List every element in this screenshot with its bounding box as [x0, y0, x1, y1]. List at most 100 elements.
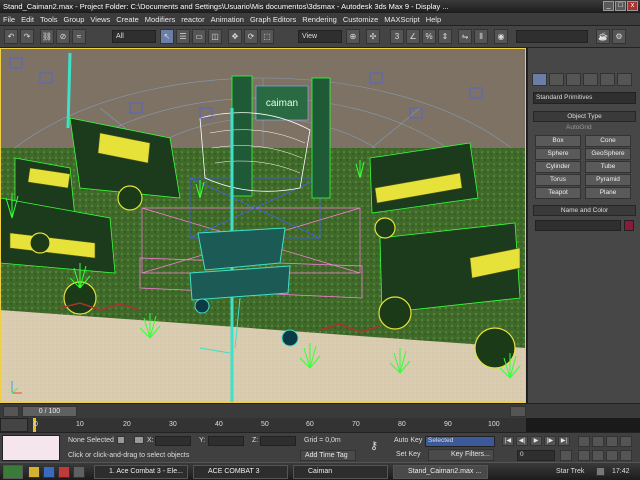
next-frame-button-icon[interactable]: |▶	[544, 436, 556, 446]
selection-region-icon[interactable]: ▭	[192, 29, 206, 44]
task-caiman-folder[interactable]: Caiman	[293, 465, 388, 479]
zoom-extents-icon[interactable]	[606, 436, 618, 447]
selection-filter-dropdown[interactable]: All	[112, 30, 156, 43]
render-scene-icon[interactable]: ☕	[596, 29, 610, 44]
app-icon[interactable]	[58, 466, 70, 478]
sphere-button[interactable]: Sphere	[535, 148, 581, 160]
menu-group[interactable]: Group	[64, 15, 85, 24]
arc-rotate-icon[interactable]	[606, 450, 618, 461]
play-icon[interactable]: ▶	[530, 436, 542, 446]
menu-animation[interactable]: Animation	[211, 15, 244, 24]
menu-views[interactable]: Views	[90, 15, 110, 24]
menu-create[interactable]: Create	[116, 15, 139, 24]
reference-coord-dropdown[interactable]: View	[298, 30, 342, 43]
unlink-icon[interactable]: ⊘	[56, 29, 70, 44]
set-key-button[interactable]: Set Key	[396, 451, 421, 458]
pan-icon[interactable]	[592, 450, 604, 461]
time-configuration-icon[interactable]	[560, 450, 572, 461]
desktop-icon[interactable]	[28, 466, 40, 478]
key-mode-dropdown[interactable]: Selected	[425, 436, 495, 447]
key-filters-button[interactable]: Key Filters...	[428, 449, 494, 461]
menu-tools[interactable]: Tools	[40, 15, 58, 24]
menu-help[interactable]: Help	[426, 15, 441, 24]
next-frame-icon[interactable]	[510, 406, 526, 417]
go-to-end-icon[interactable]: ▶|	[558, 436, 570, 446]
volume-icon[interactable]	[596, 467, 605, 476]
time-slider[interactable]: 0 / 100	[0, 403, 640, 418]
window-crossing-icon[interactable]: ◫	[208, 29, 222, 44]
tube-button[interactable]: Tube	[585, 161, 631, 173]
display-panel-icon[interactable]	[600, 73, 615, 86]
select-rotate-icon[interactable]: ⟳	[244, 29, 258, 44]
select-object-icon[interactable]: ↖	[160, 29, 174, 44]
plane-button[interactable]: Plane	[585, 187, 631, 199]
z-coord-field[interactable]	[260, 436, 296, 446]
teapot-button[interactable]: Teapot	[535, 187, 581, 199]
app-icon-2[interactable]	[73, 466, 85, 478]
name-and-color-rollout[interactable]: Name and Color	[533, 205, 636, 216]
object-type-rollout[interactable]: Object Type	[533, 111, 636, 122]
percent-snap-icon[interactable]: %	[422, 29, 436, 44]
start-button-icon[interactable]	[3, 465, 23, 479]
select-scale-icon[interactable]: ⬚	[260, 29, 274, 44]
named-selection-dropdown[interactable]	[516, 30, 588, 43]
set-key-icon[interactable]: ⚷	[370, 441, 388, 453]
object-color-swatch[interactable]	[624, 220, 634, 231]
menu-maxscript[interactable]: MAXScript	[384, 15, 419, 24]
select-by-name-icon[interactable]: ☰	[176, 29, 190, 44]
redo-icon[interactable]: ↷	[20, 29, 34, 44]
go-to-start-icon[interactable]: |◀	[502, 436, 514, 446]
create-panel-icon[interactable]	[532, 73, 547, 86]
maxscript-listener-mini[interactable]	[2, 435, 60, 461]
motion-panel-icon[interactable]	[583, 73, 598, 86]
previous-frame-icon[interactable]: ◀|	[516, 436, 528, 446]
link-icon[interactable]: ⛓	[40, 29, 54, 44]
task-3dsmax[interactable]: Stand_Caiman2.max ...	[393, 465, 488, 479]
add-time-tag-button[interactable]: Add Time Tag	[300, 450, 356, 461]
torus-button[interactable]: Torus	[535, 174, 581, 186]
menu-customize[interactable]: Customize	[343, 15, 378, 24]
menu-edit[interactable]: Edit	[21, 15, 34, 24]
material-editor-icon[interactable]: ◉	[494, 29, 508, 44]
perspective-viewport[interactable]: caiman	[0, 48, 526, 403]
cone-button[interactable]: Cone	[585, 135, 631, 147]
object-name-field[interactable]	[535, 220, 621, 231]
y-coord-field[interactable]	[208, 436, 244, 446]
auto-key-button[interactable]: Auto Key	[394, 437, 422, 444]
align-icon[interactable]: ⫴	[474, 29, 488, 44]
cylinder-button[interactable]: Cylinder	[535, 161, 581, 173]
hierarchy-panel-icon[interactable]	[566, 73, 581, 86]
maximize-icon[interactable]: □	[615, 1, 626, 11]
absolute-mode-icon[interactable]	[134, 436, 144, 444]
field-of-view-icon[interactable]	[578, 450, 590, 461]
menu-file[interactable]: File	[3, 15, 15, 24]
minimize-icon[interactable]: _	[603, 1, 614, 11]
maximize-viewport-icon[interactable]	[620, 450, 632, 461]
undo-icon[interactable]: ↶	[4, 29, 18, 44]
menu-graph-editors[interactable]: Graph Editors	[250, 15, 296, 24]
snap-toggle-icon[interactable]: 3	[390, 29, 404, 44]
box-button[interactable]: Box	[535, 135, 581, 147]
menu-reactor[interactable]: reactor	[181, 15, 204, 24]
select-manipulate-icon[interactable]: ✣	[366, 29, 380, 44]
task-ace-combat-window[interactable]: 1. Ace Combat 3 - Ele...	[94, 465, 188, 479]
mirror-icon[interactable]: ⇋	[458, 29, 472, 44]
spinner-snap-icon[interactable]: ⇕	[438, 29, 452, 44]
zoom-extents-all-icon[interactable]	[620, 436, 632, 447]
prev-frame-icon[interactable]	[3, 406, 19, 417]
pivot-center-icon[interactable]: ⊕	[346, 29, 360, 44]
close-icon[interactable]: x	[627, 1, 638, 11]
category-dropdown[interactable]: Standard Primitives	[533, 92, 636, 104]
mini-curve-editor-icon[interactable]	[0, 418, 28, 432]
select-move-icon[interactable]: ✥	[228, 29, 242, 44]
zoom-all-icon[interactable]	[592, 436, 604, 447]
quick-render-icon[interactable]: ⚙	[612, 29, 626, 44]
frame-counter[interactable]: 0 / 100	[22, 406, 77, 417]
pyramid-button[interactable]: Pyramid	[585, 174, 631, 186]
modify-panel-icon[interactable]	[549, 73, 564, 86]
menu-modifiers[interactable]: Modifiers	[145, 15, 175, 24]
lock-selection-icon[interactable]	[117, 436, 125, 444]
x-coord-field[interactable]	[155, 436, 191, 446]
track-bar[interactable]: 0 10 20 30 40 50 60 70 80 90 100	[0, 418, 526, 432]
zoom-icon[interactable]	[578, 436, 590, 447]
